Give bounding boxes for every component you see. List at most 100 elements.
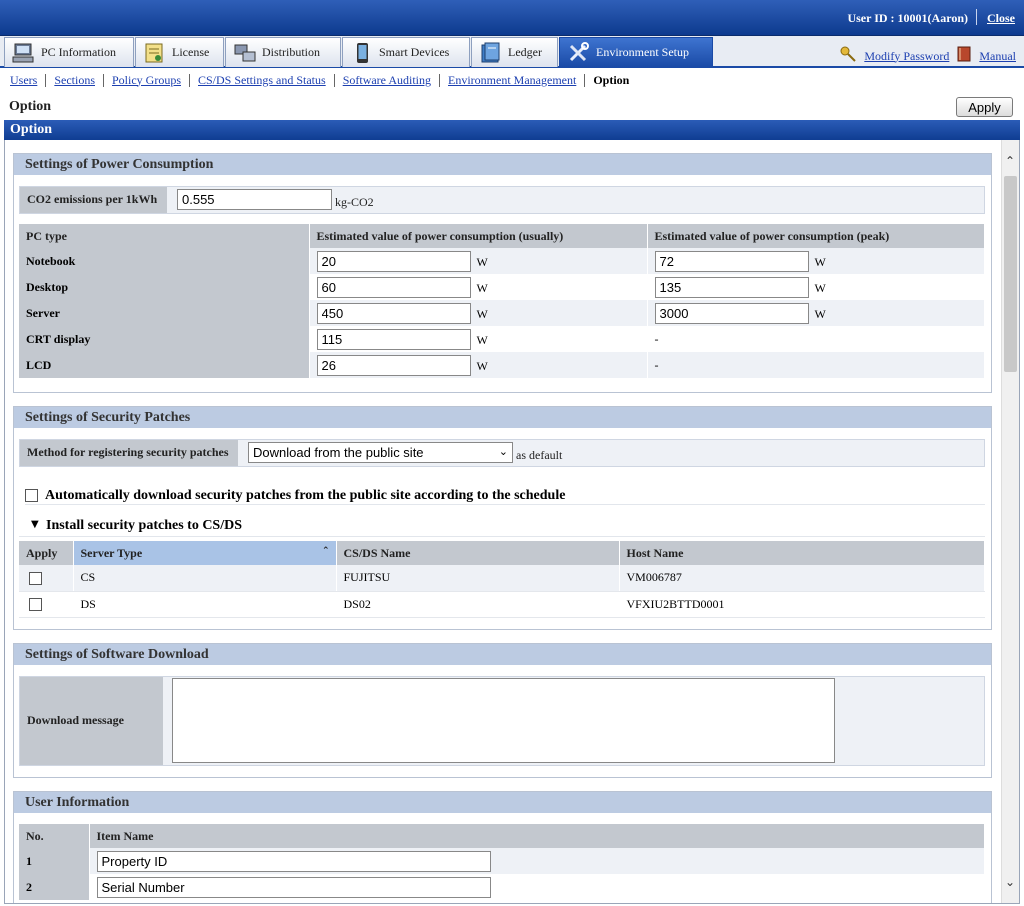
subnav-users[interactable]: Users [10, 73, 37, 88]
usual-input[interactable] [316, 354, 471, 376]
tools-icon [566, 41, 592, 64]
table-row[interactable]: CS FUJITSU VM006787 [19, 565, 985, 592]
unit-label: W [476, 254, 488, 269]
method-select-value: Download from the public site [253, 445, 424, 460]
subnav-sections[interactable]: Sections [54, 73, 95, 88]
license-icon [142, 42, 168, 64]
unit-label: W [814, 254, 826, 269]
sub-navigation: Users Sections Policy Groups CS/DS Setti… [0, 68, 1024, 92]
usual-input[interactable] [316, 250, 471, 272]
host-name-cell: VM006787 [619, 565, 985, 592]
host-name-cell: VFXIU2BTTD0001 [619, 591, 985, 618]
table-row: Desktop W W [19, 274, 985, 300]
item-name-input[interactable] [96, 850, 491, 872]
col-item-name: Item Name [89, 824, 985, 848]
tab-license[interactable]: License [135, 37, 224, 67]
tab-label: Environment Setup [596, 45, 689, 59]
tab-pc-information[interactable]: PC Information [4, 37, 134, 67]
distribution-icon [232, 42, 258, 64]
tab-label: Distribution [262, 45, 321, 59]
usual-input[interactable] [316, 328, 471, 350]
tab-ledger[interactable]: Ledger [471, 37, 558, 67]
download-message-textarea[interactable] [172, 678, 835, 763]
tab-distribution[interactable]: Distribution [225, 37, 341, 67]
install-title: Install security patches to CS/DS [46, 518, 243, 533]
tab-smart-devices[interactable]: Smart Devices [342, 37, 470, 67]
pc-type-label: Server [19, 300, 310, 326]
security-patches-section: Settings of Security Patches Method for … [13, 406, 992, 630]
usual-input[interactable] [316, 276, 471, 298]
install-header[interactable]: ▼ Install security patches to CS/DS [19, 515, 985, 537]
col-host-name: Host Name [619, 541, 985, 565]
tab-label: License [172, 45, 210, 59]
method-select[interactable]: Download from the public site ⌄ [248, 442, 513, 463]
power-consumption-section: Settings of Power Consumption CO2 emissi… [13, 153, 992, 393]
userinfo-table: No. Item Name 1 2 [19, 824, 985, 900]
auto-download-label: Automatically download security patches … [45, 488, 566, 503]
unit-label: W [476, 306, 488, 321]
peak-input[interactable] [654, 250, 809, 272]
subnav-policy-groups[interactable]: Policy Groups [112, 73, 181, 88]
table-row: 1 [19, 848, 985, 874]
option-scroll-area[interactable]: Settings of Power Consumption CO2 emissi… [4, 140, 1020, 904]
apply-button[interactable]: Apply [956, 97, 1013, 117]
scroll-down-icon[interactable]: ⌄ [1005, 875, 1015, 889]
apply-checkbox[interactable] [29, 572, 42, 585]
method-label: Method for registering security patches [20, 440, 238, 466]
scroll-up-icon[interactable]: ⌃ [1005, 154, 1015, 168]
unit-label: W [814, 306, 826, 321]
table-row[interactable]: DS DS02 VFXIU2BTTD0001 [19, 591, 985, 618]
col-server-type-label: Server Type [80, 545, 143, 560]
item-name-input[interactable] [96, 876, 491, 898]
tab-label: PC Information [41, 45, 116, 59]
modify-password-link[interactable]: Modify Password [864, 49, 949, 64]
scroll-thumb[interactable] [1004, 176, 1017, 372]
usual-input[interactable] [316, 302, 471, 324]
row-number: 1 [19, 848, 90, 874]
co2-label: CO2 emissions per 1kWh [20, 187, 167, 213]
tab-label: Smart Devices [379, 45, 450, 59]
subnav-csds-settings[interactable]: CS/DS Settings and Status [198, 73, 326, 88]
table-row: Server W W [19, 300, 985, 326]
table-row: Notebook W W [19, 248, 985, 274]
col-peak: Estimated value of power consumption (pe… [647, 224, 985, 248]
user-id-label: User ID : 10001(Aaron) [847, 11, 968, 25]
co2-input[interactable] [177, 189, 332, 210]
unit-label: W [476, 358, 488, 373]
key-icon [840, 46, 857, 66]
tab-environment-setup[interactable]: Environment Setup [559, 37, 713, 67]
csds-name-cell: FUJITSU [336, 565, 620, 592]
manual-link[interactable]: Manual [979, 49, 1016, 64]
apply-checkbox[interactable] [29, 598, 42, 612]
vertical-scrollbar[interactable]: ⌃ ⌄ [1001, 140, 1019, 903]
subnav-software-auditing[interactable]: Software Auditing [343, 73, 431, 88]
download-message-row: Download message [19, 676, 985, 766]
row-number: 2 [19, 874, 90, 900]
ledger-icon [478, 42, 504, 64]
peak-input[interactable] [654, 302, 809, 324]
smartphone-icon [349, 42, 375, 64]
close-link[interactable]: Close [987, 11, 1015, 26]
pc-type-label: LCD [19, 352, 310, 378]
subnav-option-current: Option [593, 72, 630, 87]
col-server-type[interactable]: Server Type ⌃ [73, 541, 337, 565]
table-row: CRT display W - [19, 326, 985, 352]
col-no: No. [19, 824, 90, 848]
chevron-down-icon: ⌄ [498, 445, 508, 458]
as-default-label: as default [516, 448, 563, 462]
peak-input[interactable] [654, 276, 809, 298]
option-section-bar: Option [4, 120, 1020, 140]
sort-ascending-icon: ⌃ [321, 546, 330, 556]
section-title: User Information [14, 792, 991, 813]
method-row: Method for registering security patches … [19, 439, 985, 467]
col-apply: Apply [19, 541, 74, 565]
page-title: Option [9, 99, 52, 114]
subnav-environment-management[interactable]: Environment Management [448, 73, 576, 88]
csds-name-cell: DS02 [336, 591, 620, 618]
power-table: PC type Estimated value of power consump… [19, 224, 985, 378]
tab-label: Ledger [508, 45, 542, 59]
software-download-section: Settings of Software Download Download m… [13, 643, 992, 778]
auto-download-checkbox[interactable] [25, 489, 38, 502]
section-title: Settings of Power Consumption [14, 154, 991, 175]
peak-dash: - [647, 352, 985, 378]
